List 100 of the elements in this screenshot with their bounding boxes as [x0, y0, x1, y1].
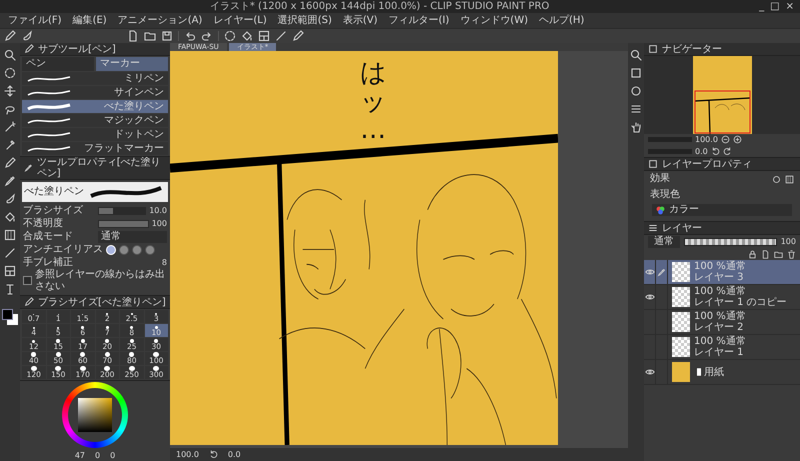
- property-label: 手ブレ補正: [23, 256, 74, 268]
- section-label: 表現色: [650, 189, 680, 202]
- frame-icon[interactable]: [258, 30, 270, 42]
- frame-icon[interactable]: [4, 265, 16, 277]
- pen-icon[interactable]: [292, 30, 304, 42]
- selection-icon[interactable]: [4, 67, 16, 79]
- blend-mode-dropdown[interactable]: 通常: [648, 236, 680, 248]
- layer-item[interactable]: 100 %通常 レイヤー 3: [644, 260, 800, 286]
- canvas-page[interactable]: はッ…: [170, 51, 558, 445]
- page-icon: [694, 366, 704, 378]
- menu-item[interactable]: フィルター(I): [388, 14, 450, 26]
- menu-item[interactable]: ヘルプ(H): [539, 14, 584, 26]
- hand-icon[interactable]: [630, 121, 642, 133]
- panel-title: レイヤー: [662, 222, 702, 234]
- angle-value: 0.0: [228, 450, 241, 460]
- zoom-in-icon[interactable]: [732, 135, 742, 144]
- square-icon[interactable]: [630, 67, 642, 79]
- close-button[interactable]: ×: [786, 0, 794, 12]
- lettering: はッ…: [360, 59, 386, 145]
- menu-item[interactable]: ウィンドウ(W): [460, 14, 528, 26]
- menu-item[interactable]: レイヤー(L): [213, 14, 267, 26]
- opacity-value: 100: [780, 237, 796, 247]
- color-swatch-icon[interactable]: [2, 309, 18, 325]
- menu-item[interactable]: ファイル(F): [8, 14, 62, 26]
- new-file-icon[interactable]: [127, 30, 139, 42]
- menu-item[interactable]: 選択範囲(S): [278, 14, 332, 26]
- checkbox[interactable]: [23, 276, 32, 285]
- color-mode-dropdown[interactable]: カラー: [652, 204, 792, 216]
- selection-icon[interactable]: [224, 30, 236, 42]
- layer-name: レイヤー 1: [694, 347, 745, 358]
- layer-thumbnail: [672, 337, 690, 358]
- color-value: 0: [110, 450, 116, 460]
- subtool-item[interactable]: サインペン: [22, 86, 168, 99]
- zoom-icon[interactable]: [4, 49, 16, 61]
- fill-icon[interactable]: [4, 211, 16, 223]
- layer-mode: 100 %通常: [694, 286, 747, 298]
- subtool-item[interactable]: ミリペン: [22, 72, 168, 85]
- subtool-item[interactable]: ドットペン: [22, 128, 168, 141]
- window-title: イラスト* (1200 x 1600px 144dpi 100.0%) - CLIP STUDIO PAINT PRO: [208, 0, 550, 12]
- pen-icon[interactable]: [4, 30, 16, 42]
- property-slider[interactable]: [98, 206, 146, 214]
- pencil-icon[interactable]: [4, 175, 16, 187]
- layer-thumbnail: [672, 362, 690, 382]
- delete-icon[interactable]: [787, 250, 796, 260]
- subtool-item[interactable]: べた塗りペン: [22, 100, 168, 113]
- layer-item[interactable]: 100 %通常 レイヤー 1: [644, 335, 800, 360]
- rotate-icon[interactable]: [208, 450, 218, 459]
- panel-title: レイヤープロパティ: [662, 158, 752, 170]
- circle-icon[interactable]: [630, 85, 642, 97]
- folder-icon[interactable]: [774, 250, 783, 260]
- border-effect-icon[interactable]: [772, 174, 781, 184]
- line-icon[interactable]: [275, 30, 287, 42]
- list-icon[interactable]: [630, 103, 642, 115]
- zoom-out-icon[interactable]: [720, 135, 730, 144]
- eye-icon: [644, 267, 654, 278]
- subtool-item[interactable]: マジックペン: [22, 114, 168, 127]
- layer-item[interactable]: 100 %通常 レイヤー 2: [644, 310, 800, 336]
- minimize-button[interactable]: _: [759, 0, 764, 12]
- brush-icon[interactable]: [4, 193, 16, 205]
- new-layer-icon[interactable]: [761, 250, 770, 260]
- blend-mode-dropdown[interactable]: 通常: [98, 230, 167, 242]
- property-value: 10.0: [149, 206, 167, 216]
- lasso-icon[interactable]: [4, 103, 16, 115]
- subtool-tab[interactable]: マーカー: [96, 57, 168, 71]
- folder-icon[interactable]: [144, 30, 156, 42]
- gradient-icon[interactable]: [4, 229, 16, 241]
- zoom-icon[interactable]: [630, 49, 642, 61]
- navigator-preview[interactable]: [692, 56, 752, 134]
- section-label: 効果: [650, 173, 670, 186]
- move-icon[interactable]: [4, 85, 16, 97]
- line-icon[interactable]: [4, 247, 16, 259]
- menu-item[interactable]: アニメーション(A): [118, 14, 202, 26]
- pen-icon[interactable]: [4, 157, 16, 169]
- rotate-right-icon[interactable]: [722, 146, 732, 156]
- rotate-left-icon[interactable]: [710, 146, 720, 156]
- undo-icon[interactable]: [184, 30, 196, 42]
- redo-icon[interactable]: [201, 30, 213, 42]
- menu-item[interactable]: 編集(E): [72, 14, 107, 26]
- lock-icon[interactable]: [748, 250, 757, 260]
- layer-name: 用紙: [704, 366, 724, 378]
- property-value: 8: [162, 258, 167, 268]
- text-icon[interactable]: [4, 283, 16, 295]
- visibility-toggle[interactable]: [644, 360, 656, 384]
- preview-label: べた塗りペン: [23, 186, 85, 198]
- menu-item[interactable]: 表示(V): [342, 14, 378, 26]
- wand-icon[interactable]: [4, 121, 16, 133]
- subtool-item[interactable]: フラットマーカー: [22, 142, 168, 155]
- layer-item[interactable]: 用紙: [644, 360, 800, 386]
- color-mode-icon: [656, 206, 665, 215]
- save-icon[interactable]: [161, 30, 173, 42]
- visibility-toggle[interactable]: [644, 285, 656, 310]
- tone-icon[interactable]: [785, 174, 794, 184]
- subtool-tab[interactable]: ペン: [22, 57, 94, 71]
- layer-item[interactable]: 100 %通常 レイヤー 1 のコピー: [644, 285, 800, 310]
- brush-icon[interactable]: [21, 30, 33, 42]
- visibility-toggle[interactable]: [644, 260, 656, 284]
- maximize-button[interactable]: □: [770, 0, 780, 12]
- eyedropper-icon[interactable]: [4, 139, 16, 151]
- fill-icon[interactable]: [241, 30, 253, 42]
- property-label: 不透明度: [23, 217, 64, 230]
